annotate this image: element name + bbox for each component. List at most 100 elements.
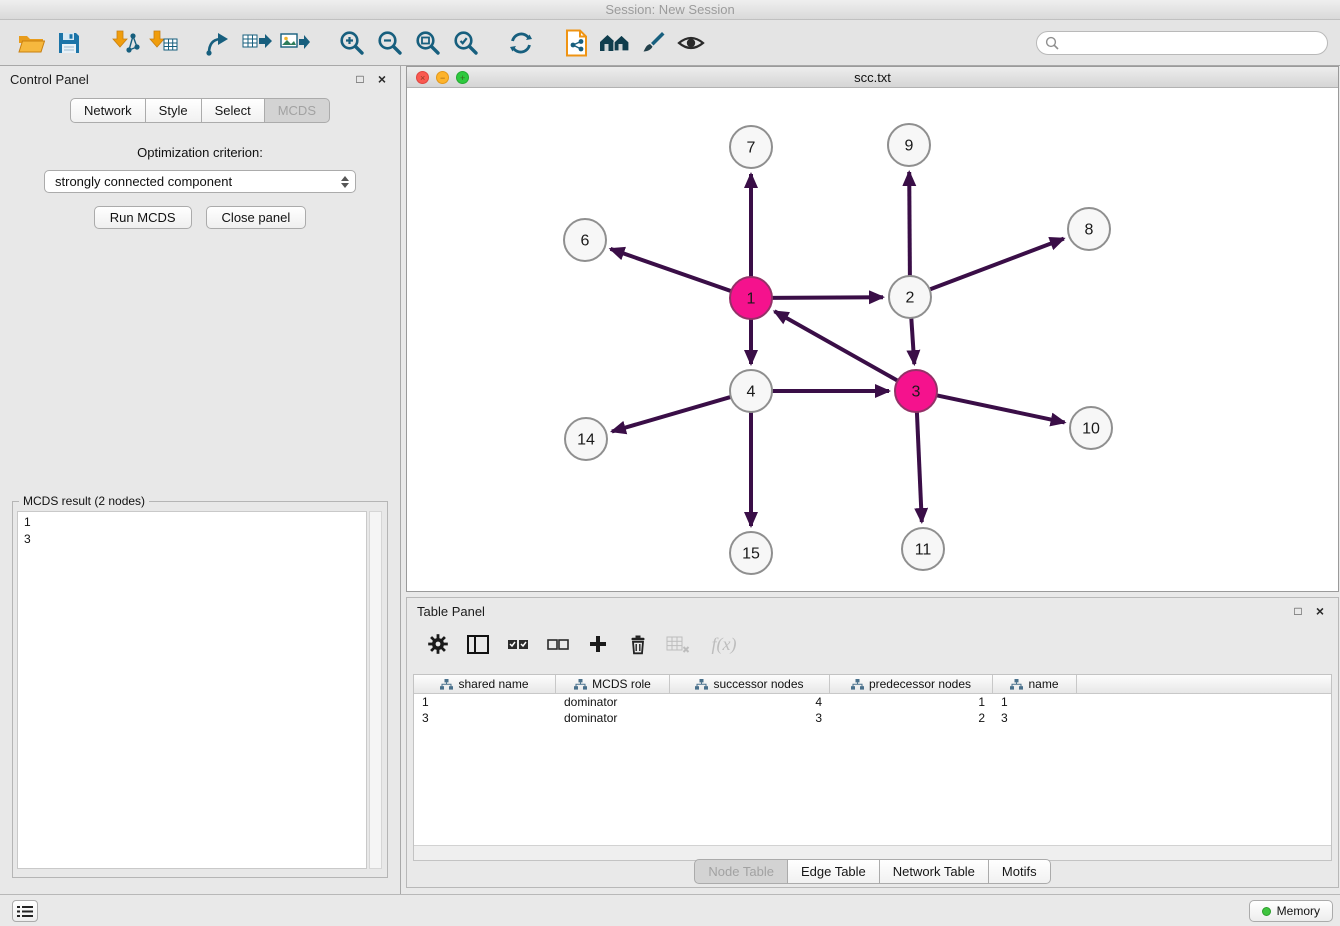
- network-canvas[interactable]: 7 9 6 8 1 2 4 3 14 10 15 11: [407, 88, 1338, 591]
- graph-node-15[interactable]: 15: [730, 532, 772, 574]
- table-cell[interactable]: 1: [414, 695, 556, 709]
- table-row[interactable]: 3dominator323: [414, 710, 1331, 726]
- save-session-button[interactable]: [50, 25, 88, 61]
- graph-node-2[interactable]: 2: [889, 276, 931, 318]
- table-cell[interactable]: 3: [993, 711, 1077, 725]
- edge-3-1[interactable]: [775, 311, 898, 380]
- graph-node-9[interactable]: 9: [888, 124, 930, 166]
- table-horizontal-scrollbar[interactable]: [414, 845, 1331, 860]
- minimize-window-button[interactable]: −: [436, 71, 449, 84]
- zoom-fit-button[interactable]: [408, 25, 446, 61]
- network-window-title: scc.txt: [854, 70, 891, 85]
- edge-1-2[interactable]: [772, 297, 883, 298]
- first-neighbors-button[interactable]: [596, 25, 634, 61]
- column-header-MCDS-role[interactable]: MCDS role: [556, 675, 670, 693]
- copy-network-button[interactable]: [558, 25, 596, 61]
- close-mcds-panel-button[interactable]: Close panel: [206, 206, 307, 229]
- panel-list-button[interactable]: [12, 900, 38, 922]
- export-table-button[interactable]: [238, 25, 276, 61]
- refresh-view-button[interactable]: [502, 25, 540, 61]
- edge-2-3[interactable]: [911, 318, 914, 364]
- zoom-selected-button[interactable]: [446, 25, 484, 61]
- table-cell[interactable]: dominator: [556, 695, 670, 709]
- table-cell[interactable]: 3: [670, 711, 830, 725]
- float-table-panel-button[interactable]: □: [1290, 604, 1306, 618]
- close-control-panel-button[interactable]: ×: [374, 71, 390, 87]
- edge-2-9[interactable]: [909, 172, 910, 276]
- memory-button[interactable]: Memory: [1249, 900, 1333, 922]
- search-input[interactable]: [1065, 36, 1319, 50]
- tab-style[interactable]: Style: [146, 98, 202, 123]
- dropdown-selected-value: strongly connected component: [55, 174, 232, 189]
- tab-edge-table[interactable]: Edge Table: [788, 859, 880, 884]
- table-tabs: Node TableEdge TableNetwork TableMotifs: [407, 859, 1338, 884]
- apply-style-button[interactable]: [634, 25, 672, 61]
- import-table-button[interactable]: [144, 25, 182, 61]
- close-window-button[interactable]: ×: [416, 71, 429, 84]
- edge-3-11[interactable]: [917, 412, 922, 522]
- tab-mcds[interactable]: MCDS: [265, 98, 330, 123]
- float-control-panel-button[interactable]: □: [352, 72, 368, 86]
- column-header-name[interactable]: name: [993, 675, 1077, 693]
- graph-node-6[interactable]: 6: [564, 219, 606, 261]
- zoom-window-button[interactable]: +: [456, 71, 469, 84]
- open-session-button[interactable]: [12, 25, 50, 61]
- graph-node-10[interactable]: 10: [1070, 407, 1112, 449]
- table-cell[interactable]: 3: [414, 711, 556, 725]
- search-box[interactable]: [1036, 31, 1328, 55]
- column-type-icon: [851, 679, 864, 690]
- show-hide-button[interactable]: [672, 25, 710, 61]
- table-row[interactable]: 1dominator411: [414, 694, 1331, 710]
- control-panel: Control Panel □ × NetworkStyleSelectMCDS…: [0, 66, 401, 894]
- add-plus-icon: [589, 635, 607, 653]
- zoom-out-button[interactable]: [370, 25, 408, 61]
- function-builder-button[interactable]: f(x): [703, 630, 745, 658]
- application-window: Session: New Session: [0, 0, 1340, 926]
- svg-text:14: 14: [577, 432, 595, 449]
- table-cell[interactable]: 1: [830, 695, 993, 709]
- import-network-button[interactable]: [106, 25, 144, 61]
- table-cell[interactable]: 2: [830, 711, 993, 725]
- close-table-panel-button[interactable]: ×: [1312, 603, 1328, 619]
- graph-node-1[interactable]: 1: [730, 277, 772, 319]
- export-network-button[interactable]: [200, 25, 238, 61]
- edge-3-10[interactable]: [937, 395, 1065, 422]
- graph-node-7[interactable]: 7: [730, 126, 772, 168]
- edge-2-8[interactable]: [930, 239, 1064, 290]
- export-image-button[interactable]: [276, 25, 314, 61]
- copy-network-icon: [564, 29, 590, 57]
- result-scrollbar[interactable]: [369, 511, 382, 869]
- tab-select[interactable]: Select: [202, 98, 265, 123]
- table-cell[interactable]: 4: [670, 695, 830, 709]
- delete-table-button[interactable]: [663, 630, 693, 658]
- tab-network-table[interactable]: Network Table: [880, 859, 989, 884]
- edge-4-14[interactable]: [612, 397, 731, 432]
- add-row-button[interactable]: [583, 630, 613, 658]
- tab-node-table[interactable]: Node Table: [694, 859, 788, 884]
- show-column-panel-button[interactable]: [463, 630, 493, 658]
- graph-node-3[interactable]: 3: [895, 370, 937, 412]
- tab-motifs[interactable]: Motifs: [989, 859, 1051, 884]
- run-mcds-button[interactable]: Run MCDS: [94, 206, 192, 229]
- mcds-result-text[interactable]: 1 3: [17, 511, 367, 869]
- delete-row-button[interactable]: [623, 630, 653, 658]
- column-header-shared-name[interactable]: shared name: [414, 675, 556, 693]
- graph-node-8[interactable]: 8: [1068, 208, 1110, 250]
- zoom-in-button[interactable]: [332, 25, 370, 61]
- table-settings-button[interactable]: [423, 630, 453, 658]
- table-cell[interactable]: 1: [993, 695, 1077, 709]
- column-header-successor-nodes[interactable]: successor nodes: [670, 675, 830, 693]
- select-all-rows-button[interactable]: [503, 630, 533, 658]
- graph-node-14[interactable]: 14: [565, 418, 607, 460]
- graph-node-4[interactable]: 4: [730, 370, 772, 412]
- optimization-criterion-select[interactable]: strongly connected component: [44, 170, 356, 193]
- tab-network[interactable]: Network: [70, 98, 146, 123]
- graph-node-11[interactable]: 11: [902, 528, 944, 570]
- table-cell[interactable]: dominator: [556, 711, 670, 725]
- edge-1-6[interactable]: [611, 249, 732, 291]
- zoom-selected-icon: [452, 29, 479, 56]
- svg-text:15: 15: [742, 546, 760, 563]
- deselect-all-rows-button[interactable]: [543, 630, 573, 658]
- column-header-predecessor-nodes[interactable]: predecessor nodes: [830, 675, 993, 693]
- eye-icon: [677, 33, 705, 53]
